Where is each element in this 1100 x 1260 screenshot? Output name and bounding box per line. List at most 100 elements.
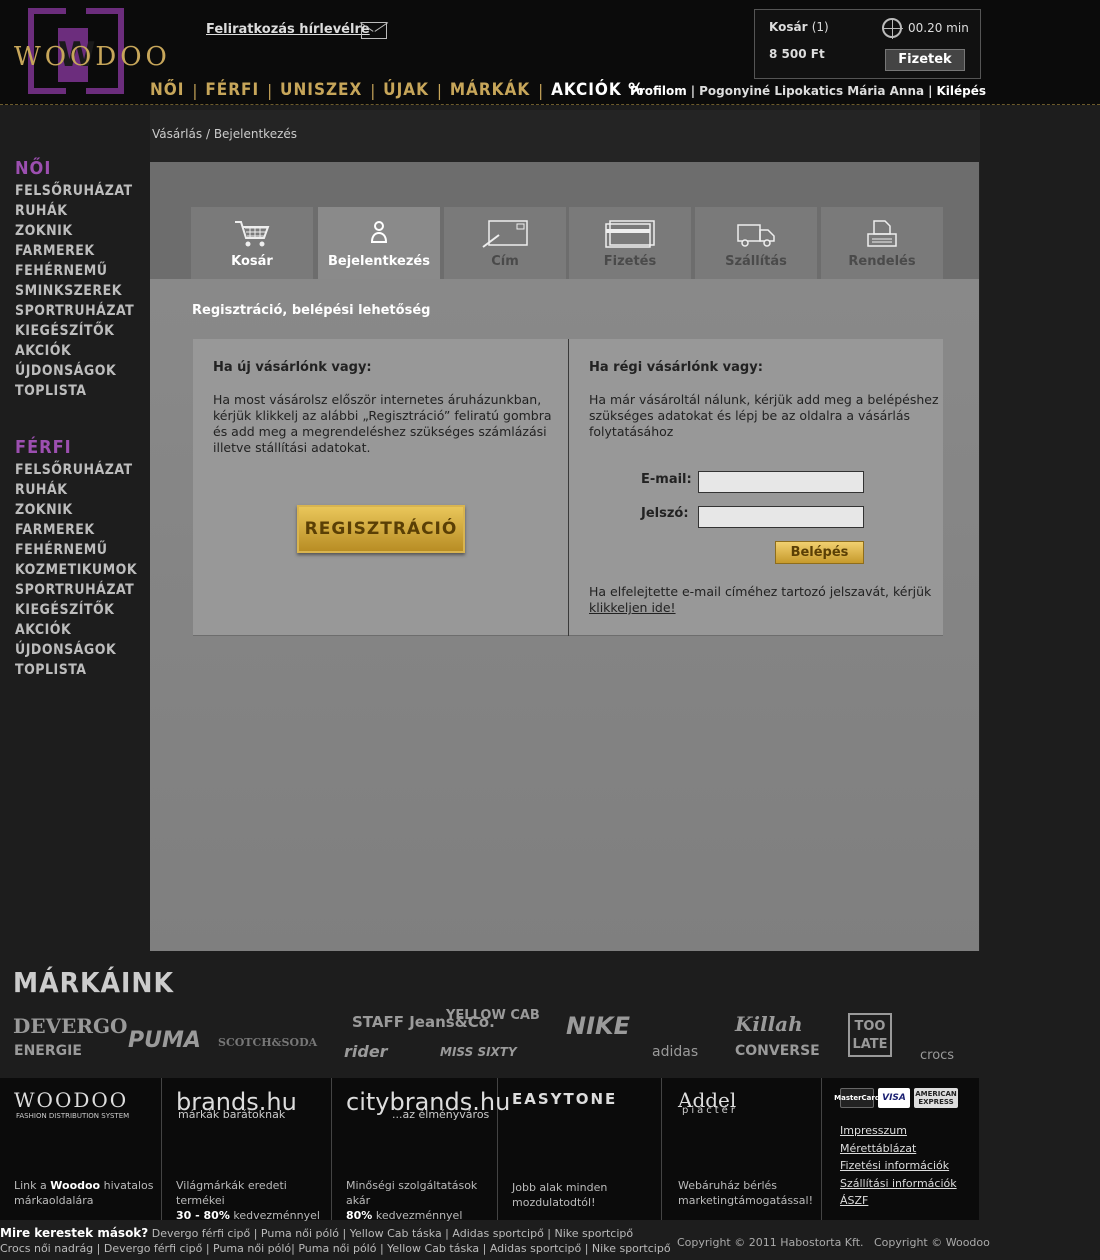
brand-logo[interactable]: DEVERGO: [13, 1014, 127, 1038]
newsletter-link[interactable]: Feliratkozás hírlevélre: [206, 22, 370, 37]
cart-label: Kosár: [769, 20, 808, 34]
breadcrumb-current: Bejelentkezés: [213, 127, 298, 141]
sidebar-item[interactable]: RUHÁK: [15, 201, 134, 221]
email-label: E-mail:: [641, 472, 692, 487]
section-title: Regisztráció, belépési lehetőség: [192, 303, 431, 318]
nav-men[interactable]: FÉRFI: [205, 80, 259, 100]
login-button[interactable]: Belépés: [775, 541, 864, 564]
forgot-password-text: Ha elfelejtette e-mail címéhez tartozó j…: [589, 584, 932, 615]
sidebar-item[interactable]: AKCIÓK: [15, 341, 134, 361]
brand-logo[interactable]: SCOTCH&SODA: [218, 1036, 317, 1049]
footer-links: Impresszum Mérettáblázat Fizetési inform…: [840, 1124, 957, 1212]
sidebar-item[interactable]: KIEGÉSZÍTŐK: [15, 321, 134, 341]
brand-logo[interactable]: PUMA: [128, 1028, 201, 1053]
popular-searches-label: Mire kerestek mások?: [0, 1226, 149, 1240]
brand-logo[interactable]: Killah: [735, 1012, 803, 1036]
tab-cart[interactable]: Kosár: [191, 207, 313, 279]
impressum-link[interactable]: Impresszum: [840, 1124, 957, 1142]
profile-link[interactable]: Profilom: [630, 84, 687, 98]
password-label: Jelszó:: [641, 506, 689, 521]
brand-logo[interactable]: rider: [344, 1042, 388, 1061]
brand-logo[interactable]: TOO LATE: [848, 1013, 892, 1057]
site-header: W WOODOO Feliratkozás hírlevélre NŐI | F…: [0, 0, 1100, 105]
breadcrumb: Vásárlás / Bejelentkezés: [152, 127, 298, 141]
register-button[interactable]: REGISZTRÁCIÓ: [297, 505, 465, 553]
sidebar-item[interactable]: ZOKNIK: [15, 500, 137, 520]
payment-cards: MasterCard VISA AMERICAN EXPRESS: [834, 1088, 958, 1108]
sidebar-item[interactable]: FELSŐRUHÁZAT: [15, 460, 137, 480]
truck-icon: [736, 219, 776, 256]
email-field[interactable]: [698, 471, 864, 493]
footer: WOODOO FASHION DISTRIBUTION SYSTEM Link …: [0, 1078, 979, 1222]
breadcrumb-parent[interactable]: Vásárlás: [152, 127, 202, 141]
amex-icon: AMERICAN EXPRESS: [914, 1088, 958, 1108]
forgot-password-link[interactable]: klikkeljen ide!: [589, 600, 676, 615]
footer-col-easytone[interactable]: EASYTONE Jobb alak minden mozdulatodtól!: [498, 1078, 662, 1220]
brand-logo[interactable]: YELLOW CAB: [446, 1008, 540, 1023]
sidebar-women-list: FELSŐRUHÁZAT RUHÁK ZOKNIK FARMEREK FEHÉR…: [15, 181, 134, 401]
nav-unisex[interactable]: UNISZEX: [280, 80, 362, 100]
sidebar-item[interactable]: TOPLISTA: [15, 381, 134, 401]
password-field[interactable]: [698, 506, 864, 528]
sidebar-item[interactable]: KIEGÉSZÍTŐK: [15, 600, 137, 620]
tab-login[interactable]: Bejelentkezés: [318, 207, 440, 279]
terms-link[interactable]: ÁSZF: [840, 1194, 957, 1212]
shipping-info-link[interactable]: Szállítási információk: [840, 1177, 957, 1195]
sidebar-item[interactable]: KOZMETIKUMOK: [15, 560, 137, 580]
sidebar-item[interactable]: SPORTRUHÁZAT: [15, 301, 134, 321]
popular-searches-line[interactable]: Crocs női nadrág | Devergo férfi cipő | …: [0, 1241, 671, 1256]
woodoo-logo[interactable]: W WOODOO: [14, 6, 167, 98]
sidebar-item[interactable]: SPORTRUHÁZAT: [15, 580, 137, 600]
sidebar-item[interactable]: ZOKNIK: [15, 221, 134, 241]
envelope-icon[interactable]: [361, 22, 387, 39]
brand-logo[interactable]: CONVERSE: [735, 1043, 820, 1059]
box-divider: [568, 339, 569, 636]
timer-text: 00.20 min: [908, 21, 969, 35]
tab-shipping[interactable]: Szállítás: [695, 207, 817, 279]
tab-order[interactable]: Rendelés: [821, 207, 943, 279]
brand-logo[interactable]: adidas: [652, 1044, 698, 1060]
footer-col-brands[interactable]: brands.hu márkák barátoknak Világmárkák …: [162, 1078, 332, 1222]
tab-address[interactable]: Cím: [444, 207, 566, 279]
brand-logo[interactable]: ENERGIE: [14, 1043, 82, 1059]
sidebar-item[interactable]: FEHÉRNEMŰ: [15, 261, 134, 281]
footer-col-citybrands[interactable]: citybrands.hu ...az élményváros Minőségi…: [332, 1078, 510, 1222]
sidebar-item[interactable]: FEHÉRNEMŰ: [15, 540, 137, 560]
sidebar-item[interactable]: ÚJDONSÁGOK: [15, 640, 137, 660]
main-nav: NŐI | FÉRFI | UNISZEX | ÚJAK | MÁRKÁK | …: [150, 80, 645, 100]
brands-title: MÁRKÁINK: [13, 966, 174, 999]
payment-info-link[interactable]: Fizetési információk: [840, 1159, 957, 1177]
pay-button[interactable]: Fizetek: [885, 49, 965, 71]
copyright: Copyright © 2011 Habostorta Kft. Copyrig…: [677, 1236, 990, 1249]
sidebar-item[interactable]: ÚJDONSÁGOK: [15, 361, 134, 381]
sidebar-item[interactable]: TOPLISTA: [15, 660, 137, 680]
popular-searches-line[interactable]: Devergo férfi cipő | Puma női póló | Yel…: [152, 1227, 633, 1240]
sidebar-item[interactable]: FELSŐRUHÁZAT: [15, 181, 134, 201]
cart-price: 8 500 Ft: [769, 47, 825, 61]
sidebar-item[interactable]: RUHÁK: [15, 480, 137, 500]
tab-label: Cím: [491, 254, 519, 269]
nav-new[interactable]: ÚJAK: [383, 80, 429, 100]
sidebar-item[interactable]: FARMEREK: [15, 520, 137, 540]
sidebar-item[interactable]: SMINKSZEREK: [15, 281, 134, 301]
brand-logo[interactable]: NIKE: [566, 1012, 630, 1040]
footer-col-addel[interactable]: Addel piactér Webáruház bérlés marketingt…: [662, 1078, 822, 1220]
size-chart-link[interactable]: Mérettáblázat: [840, 1142, 957, 1160]
cart-summary: Kosár (1) 8 500 Ft 00.20 min Fizetek: [754, 9, 981, 79]
sidebar-men-title[interactable]: FÉRFI: [15, 437, 72, 458]
sidebar-item[interactable]: AKCIÓK: [15, 620, 137, 640]
tab-label: Rendelés: [848, 254, 916, 269]
brand-logo[interactable]: crocs: [920, 1048, 954, 1063]
user-name: Pogonyiné Lipokatics Mária Anna: [699, 84, 925, 98]
brand-logo[interactable]: MISS SIXTY: [440, 1045, 517, 1059]
sidebar-women-title[interactable]: NŐI: [15, 158, 51, 179]
returning-customer-title: Ha régi vásárlónk vagy:: [589, 360, 763, 375]
nav-brands[interactable]: MÁRKÁK: [450, 80, 530, 100]
tab-payment[interactable]: Fizetés: [569, 207, 691, 279]
sidebar-item[interactable]: FARMEREK: [15, 241, 134, 261]
mastercard-icon: MasterCard: [834, 1088, 880, 1108]
user-nav: Profilom | Pogonyiné Lipokatics Mária Anna…: [630, 84, 987, 98]
logout-link[interactable]: Kilépés: [936, 84, 986, 98]
footer-col-woodoo[interactable]: WOODOO FASHION DISTRIBUTION SYSTEM Link …: [0, 1078, 162, 1220]
nav-women[interactable]: NŐI: [150, 80, 185, 100]
